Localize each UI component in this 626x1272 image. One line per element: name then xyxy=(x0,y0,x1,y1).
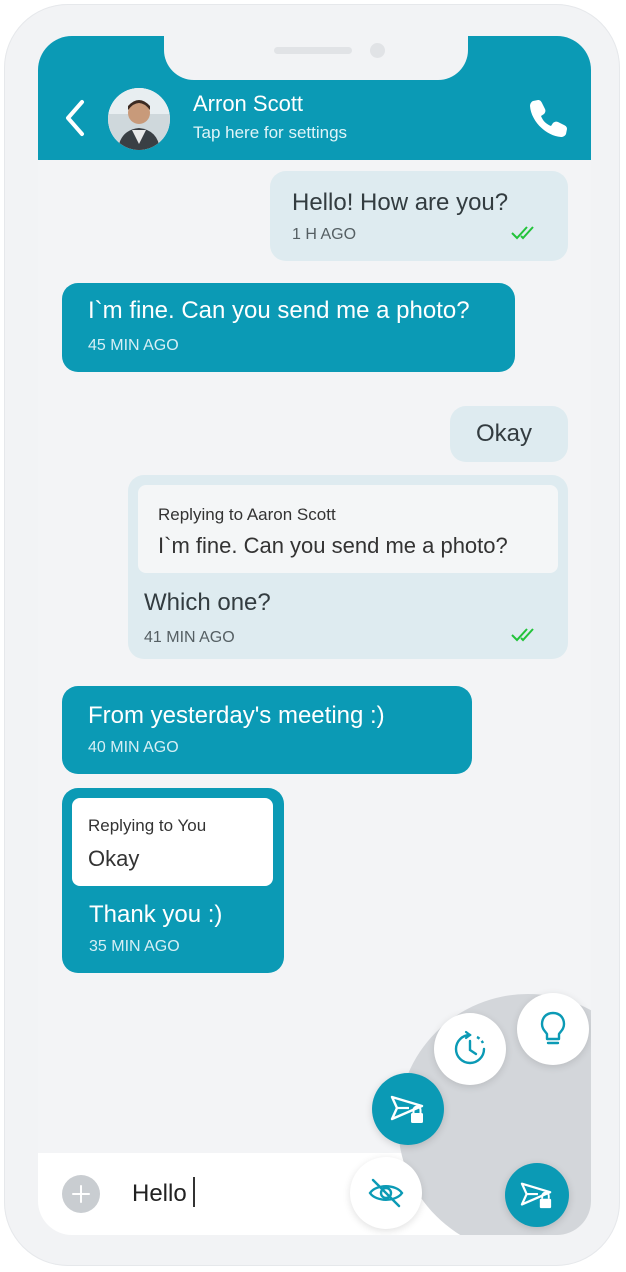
message-bubble-outgoing[interactable]: Hello! How are you? 1 H AGO xyxy=(270,171,568,261)
chat-screen: Arron Scott Tap here for settings Hello!… xyxy=(38,36,591,1235)
lightbulb-icon xyxy=(540,1011,566,1045)
message-text: I`m fine. Can you send me a photo? xyxy=(88,297,470,324)
phone-call-icon[interactable] xyxy=(524,94,572,142)
message-text: From yesterday's meeting :) xyxy=(88,702,385,729)
front-camera xyxy=(370,43,385,58)
back-chevron-icon[interactable] xyxy=(60,96,90,140)
message-time: 45 MIN AGO xyxy=(88,337,179,354)
settings-hint[interactable]: Tap here for settings xyxy=(193,123,347,143)
device-notch xyxy=(164,36,468,80)
message-bubble-incoming[interactable]: I`m fine. Can you send me a photo? 45 MI… xyxy=(62,283,515,372)
read-receipt-icon xyxy=(511,628,534,642)
message-text: Hello! How are you? xyxy=(292,189,509,216)
contact-name[interactable]: Arron Scott xyxy=(193,91,303,117)
message-bubble-incoming-reply[interactable]: Replying to You Okay Thank you :) 35 MIN… xyxy=(62,788,284,973)
avatar[interactable] xyxy=(108,88,170,150)
timer-icon xyxy=(454,1030,486,1065)
reply-quote: I`m fine. Can you send me a photo? xyxy=(158,533,508,558)
reply-label: Replying to Aaron Scott xyxy=(158,505,336,524)
message-bubble-incoming[interactable]: From yesterday's meeting :) 40 MIN AGO xyxy=(62,686,472,774)
message-text: Okay xyxy=(476,420,533,447)
reply-preview[interactable]: Replying to Aaron Scott I`m fine. Can yo… xyxy=(138,485,558,573)
reply-label: Replying to You xyxy=(88,816,207,835)
secure-send-icon xyxy=(390,1095,424,1123)
add-attachment-button[interactable] xyxy=(62,1175,100,1213)
message-time: 40 MIN AGO xyxy=(88,739,179,756)
text-caret xyxy=(193,1177,195,1207)
secure-send-icon xyxy=(520,1182,552,1209)
speaker-grille xyxy=(274,47,352,54)
reply-quote: Okay xyxy=(88,846,140,871)
secure-send-option-button[interactable] xyxy=(372,1073,444,1145)
message-text: Which one? xyxy=(144,589,271,616)
message-time: 35 MIN AGO xyxy=(89,938,180,955)
message-bubble-outgoing[interactable]: Okay xyxy=(450,406,568,462)
hide-message-button[interactable] xyxy=(350,1157,422,1229)
avatar-photo-icon xyxy=(108,88,170,150)
send-button[interactable] xyxy=(505,1163,569,1227)
message-bubble-outgoing-reply[interactable]: Replying to Aaron Scott I`m fine. Can yo… xyxy=(128,475,568,659)
read-receipt-icon xyxy=(511,226,534,240)
message-time: 41 MIN AGO xyxy=(144,629,235,646)
eye-off-icon xyxy=(368,1178,404,1208)
message-time: 1 H AGO xyxy=(292,226,357,243)
schedule-message-button[interactable] xyxy=(434,1013,506,1085)
message-text: Thank you :) xyxy=(89,901,223,928)
hint-button[interactable] xyxy=(517,993,589,1065)
reply-preview[interactable]: Replying to You Okay xyxy=(72,798,273,886)
